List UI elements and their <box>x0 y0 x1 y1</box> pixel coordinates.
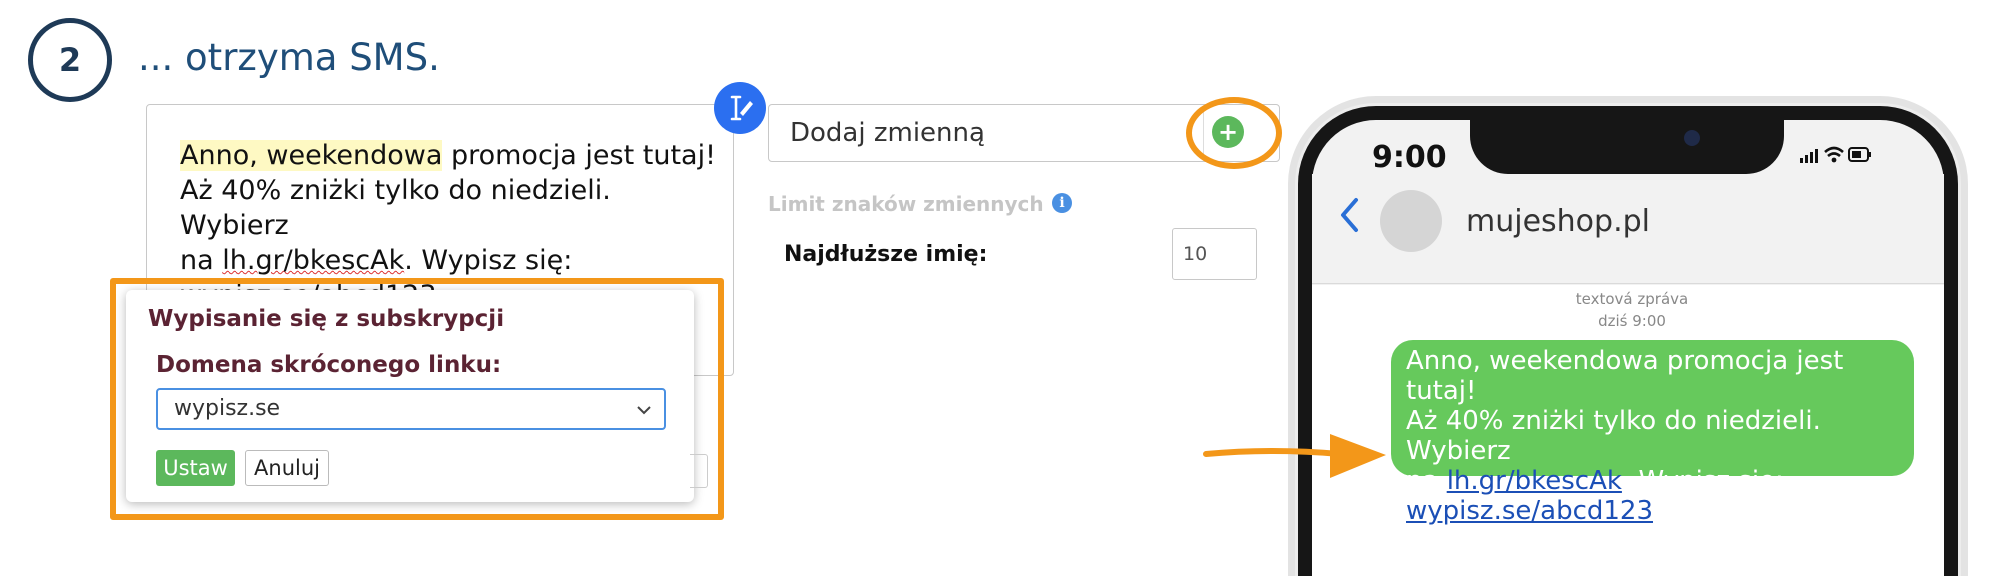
variable-limit-label: Limit znaków zmiennych <box>768 192 1044 216</box>
phone-notch <box>1470 106 1784 174</box>
sms-unsubscribe-link[interactable]: wypisz.se/abcd123 <box>1406 496 1653 526</box>
text-cursor-edit-icon[interactable] <box>714 82 766 134</box>
editor-short-link: lh.gr/bkescAk <box>222 245 405 276</box>
sms-short-link[interactable]: lh.gr/bkescAk <box>1447 466 1622 496</box>
editor-line1-rest: promocja jest tutaj! <box>442 140 716 171</box>
sms-line3-suffix: . Wypisz się: <box>1621 466 1784 496</box>
signal-wifi-battery-icon <box>1800 146 1871 163</box>
add-button-highlight-ring <box>1186 97 1282 169</box>
arrow-right-icon <box>1203 434 1386 478</box>
sms-line2: Aż 40% zniżki tylko do niedzieli. Wybier… <box>1406 406 1821 466</box>
personalized-greeting: Anno, weekendowa <box>180 140 443 171</box>
message-type-label: textová zpráva <box>1575 290 1689 308</box>
message-timestamp: dziś 9:00 <box>1598 312 1666 330</box>
camera-icon <box>1684 130 1700 146</box>
cursor-pen-icon <box>730 95 753 121</box>
editor-line3-prefix: na <box>180 245 223 276</box>
info-icon[interactable]: i <box>1052 193 1072 213</box>
status-icons <box>1800 142 1872 170</box>
step-number-badge: 2 <box>28 18 112 102</box>
popup-highlight-frame <box>110 278 724 520</box>
editor-line2: Aż 40% zniżki tylko do niedzieli. Wybier… <box>180 175 611 241</box>
contact-name: mujeshop.pl <box>1466 204 1650 239</box>
longest-name-input[interactable]: 10 <box>1172 228 1257 280</box>
editor-line3-suffix: . Wypisz się: <box>404 245 573 276</box>
status-time: 9:00 <box>1372 140 1447 175</box>
sms-bubble-text: Anno, weekendowa promocja jest tutaj! Aż… <box>1406 346 1906 526</box>
back-chevron-icon[interactable] <box>1338 196 1360 238</box>
sms-line1: Anno, weekendowa promocja jest tutaj! <box>1406 346 1844 406</box>
step-title: ... otrzyma SMS. <box>138 36 440 79</box>
add-variable-label: Dodaj zmienną <box>790 118 985 148</box>
contact-avatar <box>1380 190 1442 252</box>
chevron-left-icon <box>1341 198 1358 232</box>
sms-line3-prefix: na <box>1406 466 1447 496</box>
longest-name-label: Najdłuższe imię: <box>784 242 988 267</box>
pointer-arrow-icon <box>1202 428 1392 492</box>
